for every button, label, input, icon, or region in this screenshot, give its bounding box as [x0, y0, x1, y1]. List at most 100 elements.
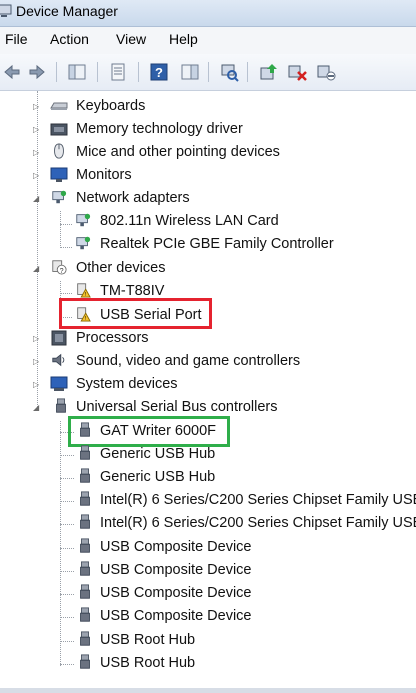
tree-node-usb-device[interactable]: Generic USB Hub	[0, 444, 400, 466]
node-label: Memory technology driver	[76, 121, 243, 137]
expand-icon[interactable]: ▷	[33, 149, 41, 157]
usb-plug-icon	[80, 607, 90, 622]
help-icon[interactable]: ?	[149, 62, 169, 82]
usb-plug-icon	[80, 654, 90, 669]
tree-guide	[60, 641, 74, 642]
tree-node-wireless-lan-card[interactable]: 802.11n Wireless LAN Card	[0, 211, 400, 233]
tree-guide	[60, 571, 74, 572]
usb-plug-icon	[80, 491, 90, 506]
usb-plug-icon	[80, 561, 90, 576]
tree-node-mice[interactable]: ▷ Mice and other pointing devices	[0, 142, 400, 164]
monitor-icon	[50, 167, 68, 182]
show-hide-tree-icon[interactable]	[67, 62, 87, 82]
tree-node-sound-video-game[interactable]: ▷ Sound, video and game controllers	[0, 351, 400, 373]
tree-node-usb-device[interactable]: USB Composite Device	[0, 560, 400, 582]
node-label: TM-T88IV	[100, 283, 165, 299]
tree-node-keyboards[interactable]: ▷ Keyboards	[0, 96, 400, 118]
expand-icon[interactable]: ▷	[33, 126, 41, 134]
unknown-device-icon: ?	[52, 260, 67, 275]
uninstall-icon[interactable]	[287, 62, 307, 82]
tree-node-network-adapters[interactable]: ◢ Network adapters	[0, 188, 400, 210]
toolbar: ?	[0, 54, 416, 91]
node-label: Mice and other pointing devices	[76, 144, 280, 160]
tree-node-memory-technology-driver[interactable]: ▷ Memory technology driver	[0, 119, 400, 141]
mouse-icon	[54, 143, 64, 159]
disable-icon[interactable]	[316, 62, 336, 82]
tree-node-usb-device[interactable]: USB Root Hub	[0, 630, 400, 652]
green-highlight-box	[68, 416, 230, 447]
node-label: Intel(R) 6 Series/C200 Series Chipset Fa…	[100, 492, 416, 508]
tree-node-monitors[interactable]: ▷ Monitors	[0, 165, 400, 187]
node-label: Network adapters	[76, 190, 190, 206]
menu-action[interactable]: Action	[50, 31, 89, 47]
toolbar-separator	[208, 62, 209, 82]
tree-guide	[60, 617, 74, 618]
tree-node-usb-device[interactable]: USB Composite Device	[0, 583, 400, 605]
scan-hardware-icon[interactable]	[219, 62, 239, 82]
window-bottom-edge	[0, 688, 416, 693]
usb-plug-icon	[80, 468, 90, 483]
menu-bar: File Action View Help	[0, 27, 416, 54]
usb-plug-icon	[80, 584, 90, 599]
collapse-icon[interactable]: ◢	[33, 265, 41, 273]
node-label: Processors	[76, 330, 149, 346]
menu-file[interactable]: File	[5, 31, 28, 47]
tree-guide	[60, 594, 74, 595]
toolbar-separator	[56, 62, 57, 82]
update-driver-icon[interactable]	[258, 62, 278, 82]
expand-icon[interactable]: ▷	[33, 358, 41, 366]
window-title: Device Manager	[16, 3, 118, 19]
back-arrow-icon[interactable]	[2, 62, 22, 82]
node-label: System devices	[76, 376, 178, 392]
node-label: Realtek PCIe GBE Family Controller	[100, 236, 334, 252]
node-label: Keyboards	[76, 98, 146, 114]
node-label: Sound, video and game controllers	[76, 353, 301, 369]
tree-node-system-devices[interactable]: ▷ System devices	[0, 374, 400, 396]
speaker-icon	[52, 353, 65, 367]
forward-arrow-icon[interactable]	[27, 62, 47, 82]
svg-text:?: ?	[155, 65, 163, 80]
warning-device-icon: !	[77, 283, 91, 298]
usb-plug-icon	[80, 538, 90, 553]
menu-view[interactable]: View	[116, 31, 146, 47]
usb-plug-icon	[80, 514, 90, 529]
tree-node-usb-device[interactable]: USB Composite Device	[0, 537, 400, 559]
svg-text:?: ?	[60, 267, 64, 275]
tree-node-realtek-controller[interactable]: Realtek PCIe GBE Family Controller	[0, 234, 400, 256]
tree-node-usb-device[interactable]: Generic USB Hub	[0, 467, 400, 489]
node-label: Generic USB Hub	[100, 469, 216, 485]
expand-icon[interactable]: ▷	[33, 381, 41, 389]
node-label: USB Composite Device	[100, 608, 252, 624]
device-tree: ▷ Keyboards ▷ Memory technology driver ▷…	[0, 91, 416, 693]
collapse-icon[interactable]: ◢	[33, 195, 41, 203]
node-label: USB Root Hub	[100, 655, 196, 671]
expand-icon[interactable]: ▷	[33, 335, 41, 343]
tree-guide	[60, 455, 74, 456]
usb-plug-icon	[80, 631, 90, 646]
network-adapter-icon	[52, 190, 67, 204]
usb-plug-icon	[56, 398, 66, 413]
title-bar: Device Manager	[0, 0, 416, 27]
tree-node-processors[interactable]: ▷ Processors	[0, 328, 400, 350]
tree-node-usb-device[interactable]: Intel(R) 6 Series/C200 Series Chipset Fa…	[0, 490, 416, 512]
usb-plug-icon	[80, 445, 90, 460]
expand-icon[interactable]: ▷	[33, 172, 41, 180]
tree-node-usb-device[interactable]: USB Composite Device	[0, 606, 400, 628]
collapse-icon[interactable]: ◢	[33, 404, 41, 412]
node-label: Intel(R) 6 Series/C200 Series Chipset Fa…	[100, 515, 416, 531]
node-label: Other devices	[76, 260, 166, 276]
properties-icon[interactable]	[108, 62, 128, 82]
tree-node-usb-device[interactable]: USB Root Hub	[0, 653, 400, 675]
keyboard-icon	[50, 102, 68, 110]
view-icon[interactable]	[180, 62, 200, 82]
tree-guide	[60, 664, 74, 665]
tree-guide	[60, 478, 74, 479]
tree-node-other-devices[interactable]: ◢ ? Other devices	[0, 258, 400, 280]
node-label: 802.11n Wireless LAN Card	[100, 213, 279, 229]
processor-icon	[51, 330, 67, 346]
expand-icon[interactable]: ▷	[33, 103, 41, 111]
menu-help[interactable]: Help	[169, 31, 198, 47]
memory-chip-icon	[50, 123, 68, 136]
toolbar-separator	[97, 62, 98, 82]
tree-node-usb-device[interactable]: Intel(R) 6 Series/C200 Series Chipset Fa…	[0, 513, 416, 535]
